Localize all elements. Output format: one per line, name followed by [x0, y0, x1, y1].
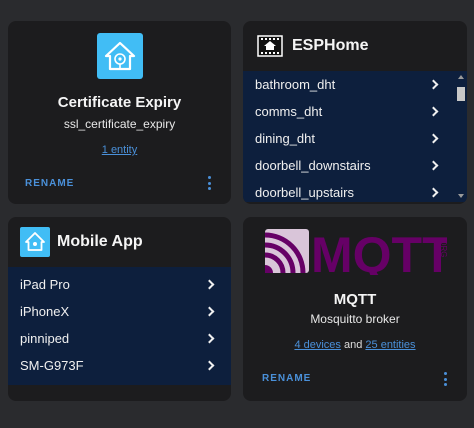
entities-link[interactable]: 25 entities [365, 339, 415, 351]
device-list: iPad Pro iPhoneX pinniped SM-G973F [8, 267, 231, 385]
integration-subtitle: Mosquitto broker [310, 312, 400, 326]
integration-title: Certificate Expiry [57, 94, 182, 111]
mqtt-logo-text: MQTT [311, 229, 447, 275]
device-item-dining-dht[interactable]: dining_dht [243, 125, 467, 152]
entities-link[interactable]: 1 entity [102, 144, 137, 156]
device-label: pinniped [20, 331, 70, 346]
device-list: bathroom_dht comms_dht dining_dht doorbe… [243, 71, 467, 202]
chevron-right-icon [428, 79, 439, 90]
integration-domain: ssl_certificate_expiry [63, 117, 176, 131]
chevron-right-icon [428, 187, 439, 198]
device-label: SM-G973F [20, 358, 84, 373]
rename-button[interactable]: RENAME [25, 178, 74, 189]
card-header: ESPHome [243, 21, 467, 71]
device-item-iphonex[interactable]: iPhoneX [8, 298, 231, 325]
device-label: doorbell_upstairs [255, 185, 355, 200]
entities-summary: 1 entity [8, 144, 231, 156]
card-title: Mobile App [57, 233, 143, 250]
device-item-doorbell-downstairs[interactable]: doorbell_downstairs [243, 152, 467, 179]
chevron-right-icon [428, 133, 439, 144]
list-scrollbar[interactable] [455, 71, 467, 202]
device-label: doorbell_downstairs [255, 158, 371, 173]
device-item-sm-g973f[interactable]: SM-G973F [8, 352, 231, 379]
more-options-icon[interactable] [206, 176, 212, 190]
chevron-right-icon [204, 360, 215, 371]
chevron-right-icon [428, 160, 439, 171]
integration-title: MQTT [333, 291, 377, 308]
home-assistant-logo-icon [96, 33, 143, 79]
scroll-up-icon[interactable] [458, 75, 464, 79]
chevron-right-icon [204, 279, 215, 290]
and-text: and [343, 339, 363, 351]
mqtt-logo: MQTT .ORG [264, 227, 453, 283]
device-label: dining_dht [255, 131, 315, 146]
mobile-app-card: Mobile App iPad Pro iPhoneX pinniped SM-… [8, 217, 231, 401]
home-assistant-icon [20, 227, 50, 257]
device-label: bathroom_dht [255, 77, 336, 92]
chevron-right-icon [428, 106, 439, 117]
chevron-right-icon [204, 306, 215, 317]
certificate-expiry-card: Certificate Expiry ssl_certificate_expir… [8, 21, 231, 204]
device-label: iPhoneX [20, 304, 70, 319]
scrollbar-thumb[interactable] [457, 87, 465, 101]
more-options-icon[interactable] [442, 372, 448, 386]
device-label: iPad Pro [20, 277, 70, 292]
chevron-right-icon [204, 333, 215, 344]
device-label: comms_dht [255, 104, 323, 119]
card-header: Mobile App [8, 217, 231, 267]
rename-button[interactable]: RENAME [262, 373, 311, 384]
card-title: ESPHome [292, 37, 369, 54]
device-item-bathroom-dht[interactable]: bathroom_dht [243, 71, 467, 98]
scroll-down-icon[interactable] [458, 194, 464, 198]
mqtt-logo-org: .ORG [439, 237, 447, 257]
device-item-pinniped[interactable]: pinniped [8, 325, 231, 352]
mqtt-card: MQTT .ORG MQTT Mosquitto broker 4 device… [243, 217, 467, 401]
esphome-card: ESPHome bathroom_dht comms_dht dining_dh… [243, 21, 467, 204]
esphome-icon [255, 31, 285, 61]
devices-link[interactable]: 4 devices [294, 339, 340, 351]
device-item-doorbell-upstairs[interactable]: doorbell_upstairs [243, 179, 467, 204]
device-item-comms-dht[interactable]: comms_dht [243, 98, 467, 125]
device-item-ipad-pro[interactable]: iPad Pro [8, 271, 231, 298]
devices-entities-summary: 4 devices and 25 entities [243, 339, 467, 351]
